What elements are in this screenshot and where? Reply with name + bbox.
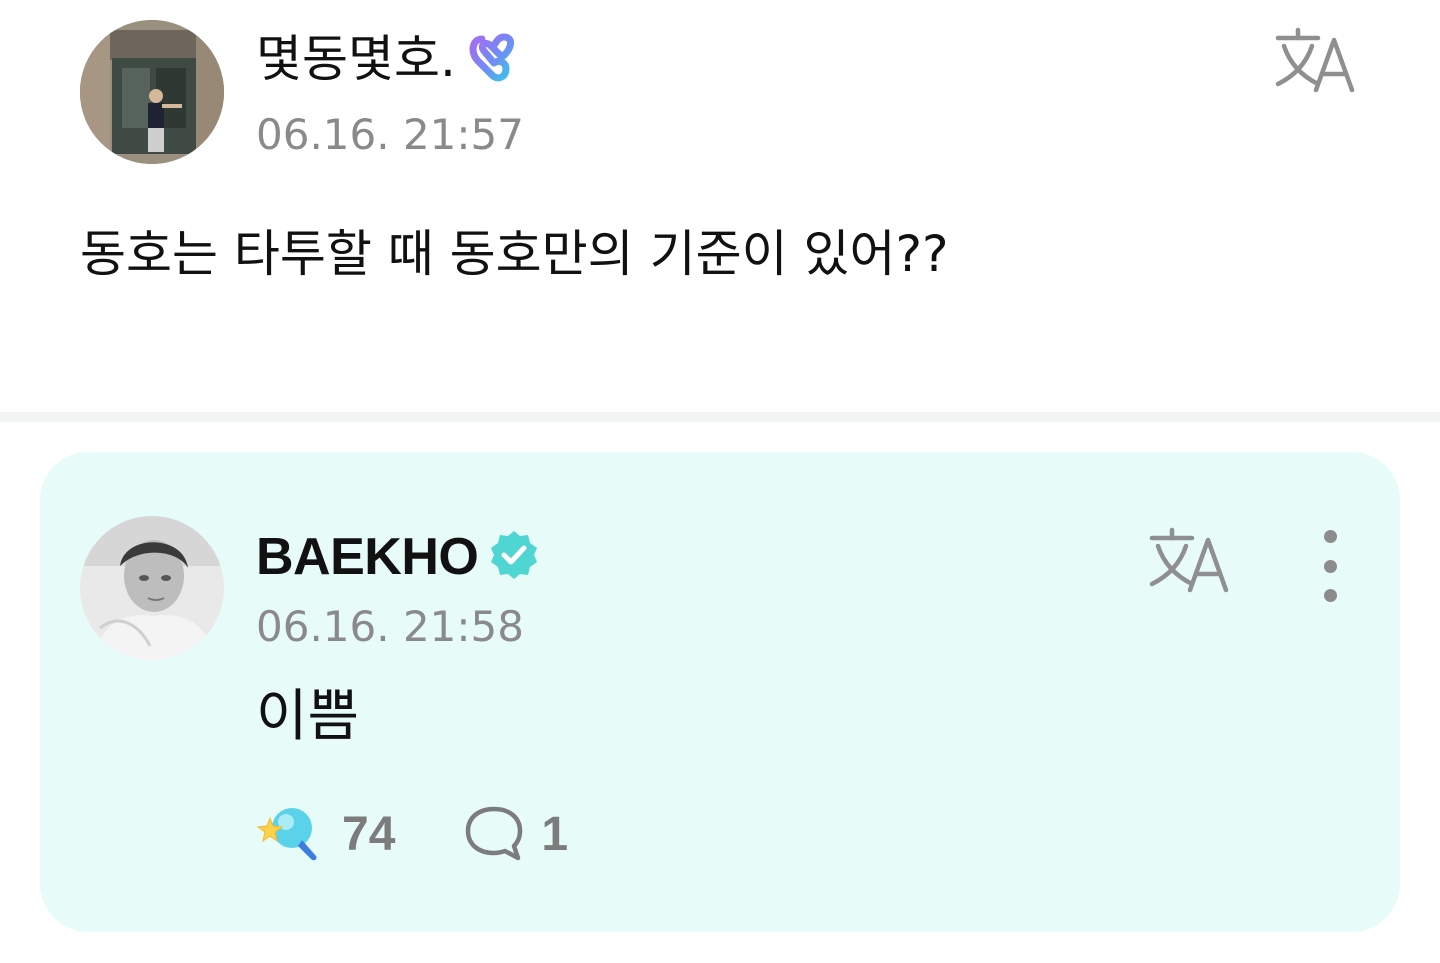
- comment-button[interactable]: 1: [463, 804, 568, 866]
- cheer-count: 74: [342, 808, 396, 861]
- section-divider: [0, 412, 1440, 422]
- comment-count: 1: [541, 808, 569, 861]
- artist-name-row: BAEKHO: [256, 526, 540, 588]
- cheer-button[interactable]: 74: [256, 804, 395, 866]
- artist-reply-timestamp: 06.16. 21:58: [256, 602, 524, 651]
- artist-reply-body: 이쁨: [256, 684, 360, 749]
- fan-post: 몇동몇호. 06.16. 21:57 동호는 타투할 때 동호만의 기준이 있어…: [0, 0, 1440, 412]
- translate-icon[interactable]: [1146, 524, 1234, 596]
- cheer-lightstick-icon: [256, 804, 324, 866]
- artist-name[interactable]: BAEKHO: [256, 526, 479, 588]
- verified-badge-icon: [488, 529, 540, 585]
- fan-name[interactable]: 몇동몇호.: [256, 28, 456, 90]
- artist-avatar[interactable]: [80, 516, 224, 660]
- fan-name-row: 몇동몇호.: [256, 28, 522, 90]
- fan-post-body: 동호는 타투할 때 동호만의 기준이 있어??: [80, 225, 949, 283]
- more-options-button[interactable]: [1310, 530, 1350, 602]
- artist-reply-card: BAEKHO 06.16. 21:58 이쁨 74 1: [40, 452, 1400, 932]
- more-vertical-icon: [1323, 530, 1337, 543]
- translate-icon[interactable]: [1272, 24, 1360, 96]
- weverse-heart-badge-icon: [466, 31, 522, 87]
- reply-actions: 74 1: [256, 804, 568, 866]
- speech-bubble-icon: [463, 804, 525, 866]
- fan-post-timestamp: 06.16. 21:57: [256, 110, 524, 159]
- fan-avatar[interactable]: [80, 20, 224, 164]
